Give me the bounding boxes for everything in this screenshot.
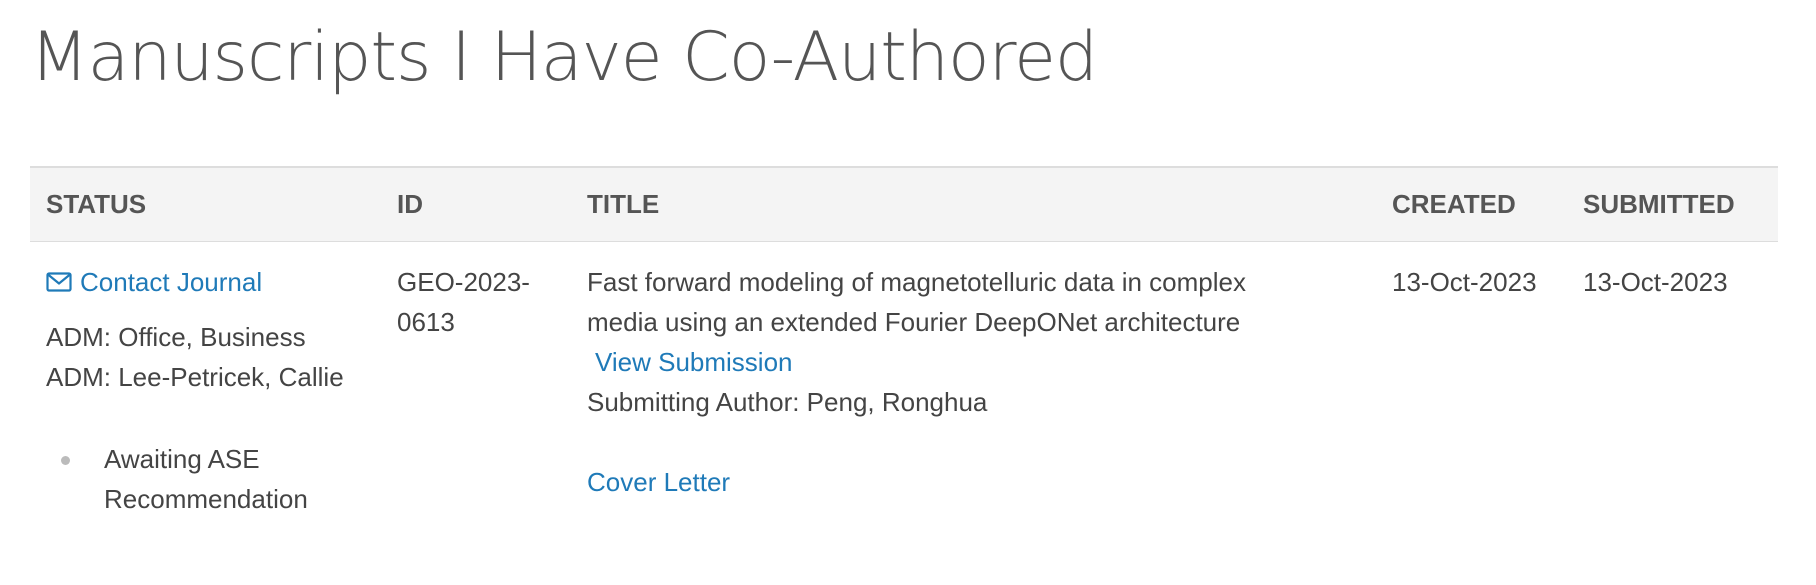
contact-journal-label: Contact Journal [80, 267, 263, 297]
column-header-created: CREATED [1392, 189, 1516, 219]
admin-line: ADM: Office, Business [46, 322, 306, 352]
manuscript-id-line: 0613 [397, 307, 455, 337]
table-header-row: STATUS ID TITLE CREATED SUBMITTED [30, 167, 1778, 242]
column-header-submitted: SUBMITTED [1583, 189, 1735, 219]
manuscript-title-line: media using an extended Fourier DeepONet… [587, 307, 1241, 337]
page-title: Manuscripts I Have Co-Authored [30, 18, 1098, 97]
column-header-status: STATUS [46, 189, 147, 219]
cover-letter-link[interactable]: Cover Letter [587, 462, 730, 502]
status-item: Awaiting ASE Recommendation [46, 439, 365, 519]
created-date-cell: 13-Oct-2023 [1392, 267, 1537, 297]
manuscript-title-line: Fast forward modeling of magnetotelluric… [587, 267, 1246, 297]
admin-list: ADM: Office, Business ADM: Lee-Petricek,… [46, 317, 365, 397]
column-header-title: TITLE [587, 189, 660, 219]
envelope-icon [46, 272, 72, 292]
manuscript-id-line: GEO-2023- [397, 267, 530, 297]
submitting-author: Submitting Author: Peng, Ronghua [587, 387, 988, 417]
view-submission-link[interactable]: View Submission [595, 347, 793, 377]
table-row: Contact Journal ADM: Office, Business AD… [30, 242, 1778, 520]
admin-line: ADM: Lee-Petricek, Callie [46, 362, 344, 392]
column-header-id: ID [397, 189, 423, 219]
status-text: Awaiting ASE Recommendation [104, 444, 308, 514]
manuscripts-table: STATUS ID TITLE CREATED SUBMITTED Contac… [30, 166, 1778, 519]
submitted-date-cell: 13-Oct-2023 [1583, 267, 1728, 297]
contact-journal-link[interactable]: Contact Journal [46, 262, 262, 302]
status-list: Awaiting ASE Recommendation [46, 439, 365, 519]
bullet-icon [61, 456, 70, 465]
title-cell: Fast forward modeling of magnetotelluric… [571, 242, 1376, 520]
status-cell: Contact Journal ADM: Office, Business AD… [30, 242, 381, 520]
manuscript-id-cell: GEO-2023- 0613 [381, 242, 571, 520]
